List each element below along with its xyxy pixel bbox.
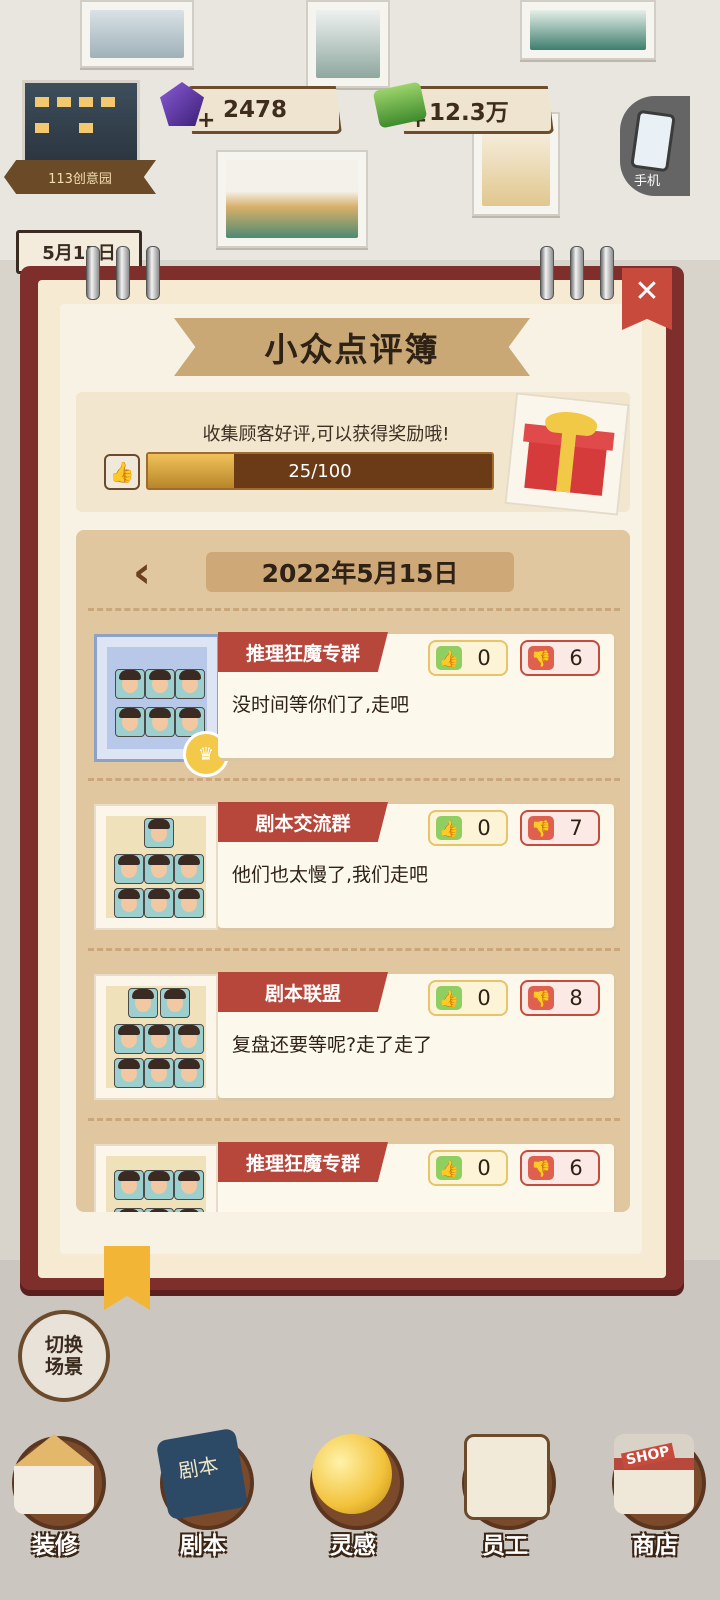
like-count: 0 — [477, 816, 491, 840]
like-counter: 👍 0 — [428, 1150, 508, 1186]
reward-progress-card: 收集顾客好评,可以获得奖励哦! 👍 25/100 — [76, 392, 630, 516]
review-item[interactable]: 剧本交流群 👍 0 👎 7 他们也太慢了,我们走吧 — [88, 778, 620, 936]
dock-inspiration-button[interactable]: 灵感 — [298, 1430, 408, 1590]
dock-shop-label: 商店 — [632, 1533, 678, 1559]
dock-staff-label: 员工 — [482, 1533, 528, 1559]
binder-ring — [116, 246, 130, 300]
customer-group-avatars — [94, 974, 218, 1100]
phone-icon — [630, 109, 676, 173]
like-counter: 👍 0 — [428, 640, 508, 676]
lightbulb-icon — [312, 1434, 392, 1514]
thumbs-up-icon: 👍 — [436, 646, 462, 670]
group-name: 剧本交流群 — [218, 802, 388, 842]
thumbs-up-icon: 👍 — [104, 454, 140, 490]
dislike-count: 6 — [569, 1156, 583, 1180]
review-comment: 复盘还要等呢?走了走了 — [232, 1034, 433, 1056]
group-name: 推理狂魔专群 — [218, 632, 388, 672]
back-chevron-icon[interactable]: ‹ — [120, 547, 164, 598]
binder-ring — [570, 246, 584, 300]
dock-inspiration-label: 灵感 — [330, 1533, 376, 1559]
binder-ring — [86, 246, 100, 300]
phone-label: 手机 — [634, 174, 661, 189]
cash-amount: 12.3万 — [429, 100, 509, 126]
wall-painting — [216, 150, 368, 248]
dock-script-button[interactable]: 剧本 剧本 — [148, 1427, 258, 1590]
like-count: 0 — [477, 986, 491, 1010]
thumbs-down-icon: 👎 — [528, 646, 554, 670]
dock-decorate-button[interactable]: 装修 — [0, 1430, 110, 1590]
thumbs-up-icon: 👍 — [436, 986, 462, 1010]
dock-shop-button[interactable]: SHOP 商店 — [600, 1430, 710, 1590]
binder-ring — [600, 246, 614, 300]
thumbs-down-icon: 👎 — [528, 816, 554, 840]
dislike-counter: 👎 6 — [520, 640, 600, 676]
dashed-divider — [88, 608, 620, 611]
staff-badge-icon — [464, 1434, 550, 1520]
thumbs-up-icon: 👍 — [436, 816, 462, 840]
dashed-divider — [88, 1118, 620, 1121]
dislike-counter: 👎 8 — [520, 980, 600, 1016]
dock-script-label: 剧本 — [180, 1533, 226, 1559]
group-name: 剧本联盟 — [218, 972, 388, 1012]
like-counter: 👍 0 — [428, 980, 508, 1016]
gem-count: 2478 — [223, 97, 288, 123]
like-count: 0 — [477, 1156, 491, 1180]
dislike-counter: 👎 6 — [520, 1150, 600, 1186]
customer-group-avatars — [94, 1144, 218, 1212]
like-count: 0 — [477, 646, 491, 670]
binder-ring — [540, 246, 554, 300]
progress-bar: 25/100 — [146, 452, 494, 490]
close-icon: ✕ — [634, 274, 660, 309]
dashed-divider — [88, 778, 620, 781]
switch-scene-line1: 切换 — [44, 1334, 83, 1356]
dislike-count: 8 — [569, 986, 583, 1010]
review-comment: 他们也太慢了,我们走吧 — [232, 864, 429, 886]
review-item[interactable]: ♛ 推理狂魔专群 👍 0 👎 6 没时间等你们了,走吧 — [88, 608, 620, 777]
dock-staff-button[interactable]: 员工 — [450, 1430, 560, 1590]
review-list-panel: ‹ 2022年5月15日 ♛ 推理狂魔专群 👍 0 👎 6 没时间等你们了,走吧 剧 — [76, 530, 630, 1212]
thumbs-up-icon: 👍 — [436, 1156, 462, 1180]
phone-button[interactable]: 手机 — [620, 96, 690, 196]
like-counter: 👍 0 — [428, 810, 508, 846]
gem-counter[interactable]: + 2478 — [186, 86, 342, 134]
customer-group-avatars — [94, 804, 218, 930]
wall-painting — [306, 0, 390, 88]
reward-hint: 收集顾客好评,可以获得奖励哦! — [202, 424, 450, 445]
review-comment: 没时间等你们了,走吧 — [232, 694, 410, 716]
park-building-image[interactable] — [22, 80, 140, 164]
review-date: 2022年5月15日 — [206, 552, 514, 592]
dialog-title: 小众点评簿 — [264, 330, 440, 369]
thumbs-down-icon: 👎 — [528, 1156, 554, 1180]
dashed-divider — [88, 948, 620, 951]
wall-painting — [80, 0, 194, 68]
group-name: 推理狂魔专群 — [218, 1142, 388, 1182]
dislike-count: 6 — [569, 646, 583, 670]
bottom-dock: 装修 剧本 剧本 灵感 员工 SHOP 商店 — [0, 1420, 720, 1600]
switch-scene-line2: 场景 — [44, 1356, 83, 1378]
dialog-title-ribbon: 小众点评簿 — [174, 318, 530, 376]
switch-scene-button[interactable]: 切换 场景 — [18, 1310, 110, 1402]
park-name-label: 113创意园 — [4, 160, 156, 194]
wall-painting — [520, 0, 656, 60]
progress-label: 25/100 — [288, 460, 352, 482]
binder-ring — [146, 246, 160, 300]
dislike-count: 7 — [569, 816, 583, 840]
customer-group-avatars: ♛ — [94, 634, 229, 777]
add-gems-icon[interactable]: + — [197, 108, 215, 133]
gift-box-icon[interactable] — [504, 392, 630, 516]
dislike-counter: 👎 7 — [520, 810, 600, 846]
thumbs-down-icon: 👎 — [528, 986, 554, 1010]
dock-decorate-label: 装修 — [32, 1533, 78, 1559]
review-item[interactable]: 推理狂魔专群 👍 0 👎 6 — [88, 1118, 620, 1212]
review-item[interactable]: 剧本联盟 👍 0 👎 8 复盘还要等呢?走了走了 — [88, 948, 620, 1106]
